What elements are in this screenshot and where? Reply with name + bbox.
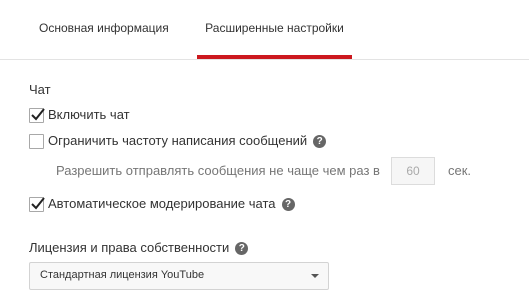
enable-chat-option[interactable]: Включить чат (29, 107, 169, 126)
tab-advanced-settings-label: Расширенные настройки (205, 21, 344, 35)
tab-bar: Основная информация Расширенные настройк… (0, 0, 529, 60)
dropdown-arrow-icon (311, 274, 319, 278)
enable-chat-label: Включить чат (48, 107, 130, 122)
auto-moderation-option[interactable]: Автоматическое модерирование чата? (29, 196, 309, 215)
rate-limit-text: Разрешить отправлять сообщения не чаще ч… (56, 163, 380, 178)
auto-moderation-label: Автоматическое модерирование чата (48, 196, 276, 211)
checkmark-icon (31, 108, 45, 121)
auto-moderation-checkbox[interactable] (29, 197, 45, 212)
enable-chat-checkbox[interactable] (29, 108, 45, 123)
license-select[interactable]: Стандартная лицензия YouTube (29, 262, 329, 290)
checkmark-icon (31, 197, 45, 210)
rate-unit-label: сек. (448, 163, 472, 178)
license-section-title: Лицензия и права собственности? (29, 240, 249, 255)
active-tab-indicator (197, 55, 352, 59)
chat-section-title: Чат (29, 82, 51, 97)
rate-seconds-input[interactable] (391, 157, 435, 185)
tab-basic-info[interactable]: Основная информация (39, 0, 169, 59)
limit-rate-checkbox[interactable] (29, 134, 44, 149)
tab-basic-info-label: Основная информация (39, 21, 169, 35)
limit-rate-help-icon[interactable]: ? (313, 135, 327, 148)
limit-rate-row: Ограничить частоту написания сообщений? (48, 133, 327, 149)
license-select-value: Стандартная лицензия YouTube (40, 269, 205, 281)
license-title-text: Лицензия и права собственности (29, 240, 230, 255)
limit-rate-label: Ограничить частоту написания сообщений (48, 133, 308, 148)
tab-advanced-settings[interactable]: Расширенные настройки (197, 0, 352, 59)
auto-moderation-help-icon[interactable]: ? (281, 198, 295, 211)
auto-moderation-row: Автоматическое модерирование чата? (48, 196, 295, 212)
license-help-icon[interactable]: ? (235, 242, 249, 255)
limit-rate-option[interactable]: Ограничить частоту написания сообщений? (29, 133, 349, 152)
